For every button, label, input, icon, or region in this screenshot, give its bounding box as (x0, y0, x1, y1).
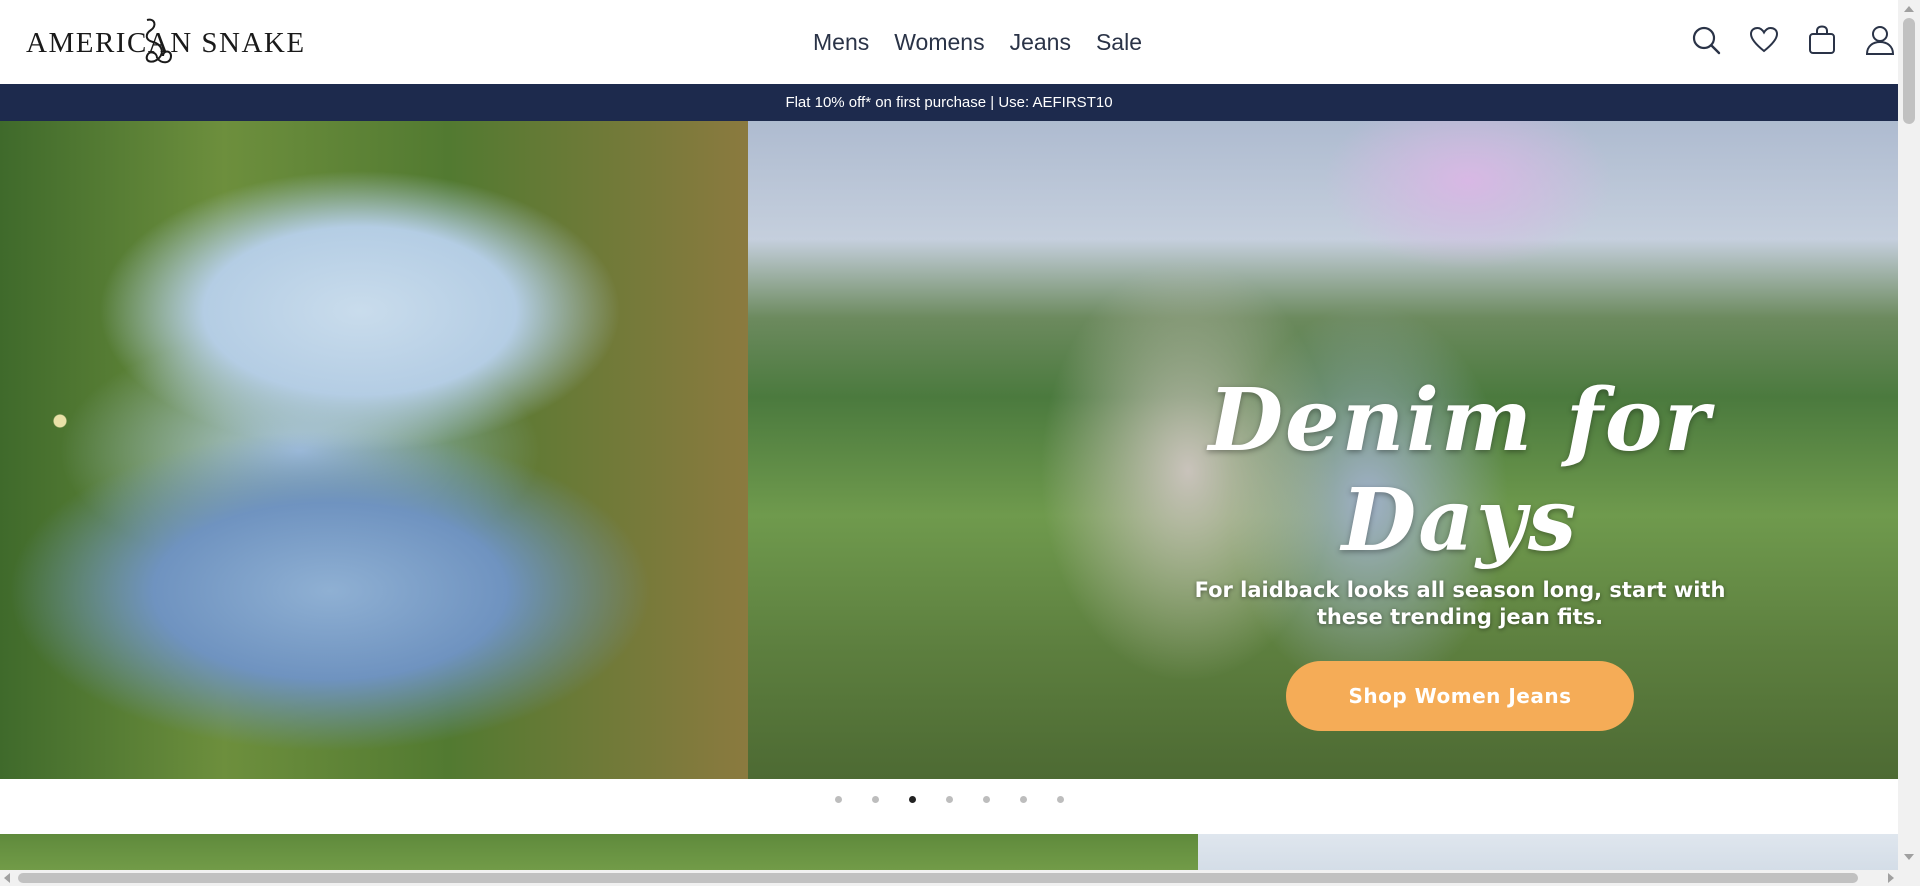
brand-logo[interactable]: AMERICAN SNAKE (26, 18, 306, 68)
header-actions (1666, 22, 1898, 58)
heart-icon[interactable] (1746, 22, 1782, 58)
carousel-dot[interactable] (871, 796, 879, 803)
scroll-up-arrow-icon[interactable] (1904, 6, 1914, 12)
main-nav: Mens Womens Jeans Sale (813, 24, 1167, 60)
hero-subtitle-line2: these trending jean fits. (1316, 605, 1604, 629)
carousel-dot-active[interactable] (908, 796, 916, 803)
promo-text: Flat 10% off* on first purchase | Use: A… (785, 94, 1113, 111)
hero-title: Denim for Days (1208, 370, 1712, 571)
carousel-dot[interactable] (1056, 796, 1064, 803)
horizontal-scroll-thumb[interactable] (18, 873, 1858, 883)
nav-item-womens[interactable]: Womens (894, 24, 984, 60)
scroll-right-arrow-icon[interactable] (1888, 873, 1894, 883)
carousel-dot[interactable] (945, 796, 953, 803)
carousel-dots (0, 796, 1898, 803)
shop-women-jeans-button[interactable]: Shop Women Jeans (1286, 661, 1634, 731)
hero-subtitle: For laidback looks all season long, star… (1150, 577, 1770, 631)
horizontal-scrollbar[interactable] (0, 870, 1898, 886)
search-icon[interactable] (1688, 22, 1724, 58)
account-icon[interactable] (1862, 22, 1898, 58)
carousel-dot[interactable] (982, 796, 990, 803)
promo-banner[interactable]: Flat 10% off* on first purchase | Use: A… (0, 84, 1898, 121)
vertical-scroll-thumb[interactable] (1903, 18, 1915, 124)
scroll-down-arrow-icon[interactable] (1904, 854, 1914, 860)
bag-icon[interactable] (1804, 22, 1840, 58)
nav-item-jeans[interactable]: Jeans (1010, 24, 1071, 60)
hero-subtitle-line1: For laidback looks all season long, star… (1194, 578, 1726, 602)
nav-item-sale[interactable]: Sale (1096, 24, 1142, 60)
hero-carousel[interactable]: Denim for Days For laidback looks all se… (0, 121, 1898, 779)
nav-item-mens[interactable]: Mens (813, 24, 869, 60)
snake-logo-icon (145, 18, 173, 64)
carousel-dot[interactable] (834, 796, 842, 803)
hero-content: Denim for Days For laidback looks all se… (1150, 371, 1770, 731)
vertical-scrollbar[interactable] (1898, 0, 1920, 886)
site-header: AMERICAN SNAKE Mens Womens Jeans Sale (0, 0, 1898, 84)
scroll-left-arrow-icon[interactable] (4, 873, 10, 883)
hero-image-jeans-stack (0, 121, 748, 779)
carousel-dot[interactable] (1019, 796, 1027, 803)
